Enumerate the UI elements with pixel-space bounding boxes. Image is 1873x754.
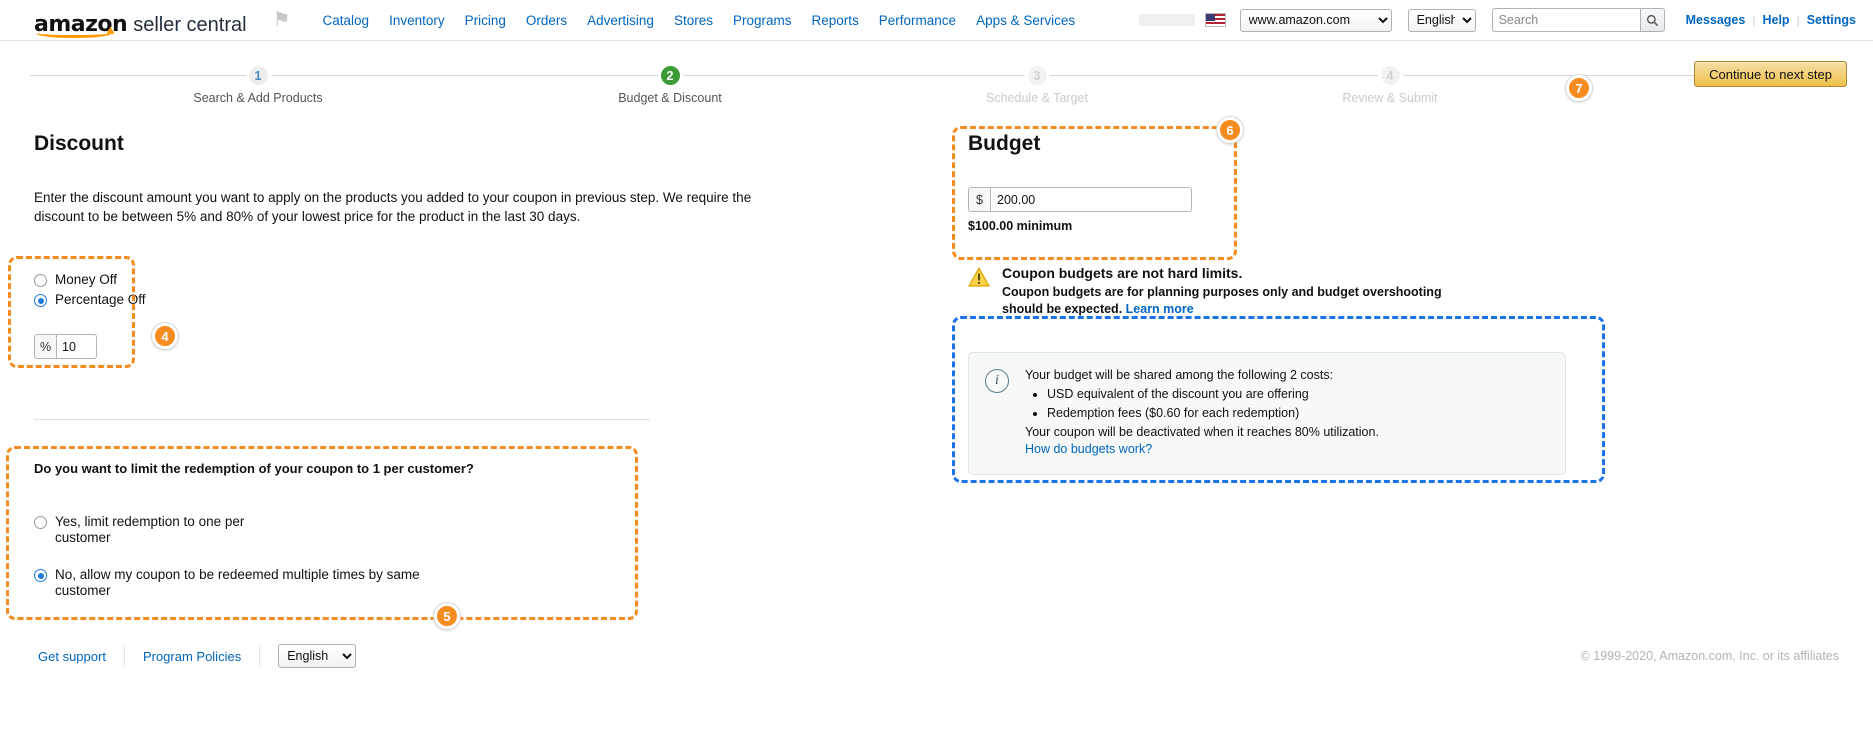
nav-link-catalog[interactable]: Catalog [313, 13, 380, 28]
radio-limit-no[interactable] [34, 569, 47, 582]
page-footer: Get support Program Policies English © 1… [0, 632, 1873, 692]
discount-heading: Discount [34, 132, 124, 155]
nav-link-inventory[interactable]: Inventory [379, 13, 455, 28]
wizard-progress-bar: 1 Search & Add Products 2 Budget & Disco… [0, 58, 1873, 110]
help-link[interactable]: Help [1755, 13, 1796, 27]
footer-language-select[interactable]: English [278, 644, 357, 668]
flag-icon[interactable]: ⚑ [273, 10, 291, 30]
primary-nav-links: Catalog Inventory Pricing Orders Adverti… [313, 13, 1086, 28]
radio-limit-yes-label: Yes, limit redemption to one per custome… [55, 514, 245, 545]
radio-money-off[interactable] [34, 274, 47, 287]
discount-type-option-money-off[interactable]: Money Off [34, 272, 164, 288]
radio-percentage-off-label: Percentage Off [55, 292, 146, 307]
nav-link-reports[interactable]: Reports [801, 13, 868, 28]
get-support-link[interactable]: Get support [38, 649, 106, 664]
nav-link-stores[interactable]: Stores [664, 13, 723, 28]
top-navigation-bar: amazon seller central ⚑ Catalog Inventor… [0, 0, 1873, 41]
discount-intro-text: Enter the discount amount you want to ap… [34, 190, 752, 224]
redemption-question-label: Do you want to limit the redemption of y… [34, 461, 474, 476]
section-divider [34, 419, 650, 420]
account-name-redacted [1138, 14, 1195, 26]
wizard-step-4[interactable]: 4 Review & Submit [1280, 58, 1500, 105]
budget-heading: Budget [968, 132, 1041, 155]
how-do-budgets-work-link[interactable]: How do budgets work? [1025, 442, 1152, 456]
us-flag-icon [1204, 13, 1226, 27]
radio-limit-no-label: No, allow my coupon to be redeemed multi… [55, 567, 420, 598]
redemption-option-no[interactable]: No, allow my coupon to be redeemed multi… [34, 567, 504, 599]
amazon-smile-icon [36, 27, 112, 38]
budget-panel: Budget $ $100.00 minimum Coupon budgets … [968, 132, 1668, 475]
continue-to-next-step-button[interactable]: Continue to next step [1694, 61, 1847, 87]
budget-minimum-note: $100.00 minimum [968, 219, 1073, 233]
learn-more-link[interactable]: Learn more [1126, 302, 1194, 316]
program-policies-link[interactable]: Program Policies [143, 649, 241, 664]
search-input[interactable] [1491, 8, 1640, 32]
dollar-sign-prefix: $ [968, 187, 990, 212]
percentage-amount-input[interactable] [56, 334, 97, 359]
copyright-text: © 1999-2020, Amazon.com, Inc. or its aff… [1580, 649, 1839, 663]
footer-divider-1 [123, 645, 125, 667]
budget-warning-text: Coupon budgets are for planning purposes… [1002, 285, 1442, 316]
nav-link-programs[interactable]: Programs [723, 13, 802, 28]
search-box [1491, 8, 1665, 32]
percentage-input-group: % [34, 334, 97, 359]
wizard-step-4-label: Review & Submit [1342, 91, 1438, 105]
budget-info-bullet-list: USD equivalent of the discount you are o… [1025, 386, 1379, 422]
nav-link-advertising[interactable]: Advertising [577, 13, 664, 28]
wizard-step-3[interactable]: 3 Schedule & Target [927, 58, 1147, 105]
language-select[interactable]: English [1407, 8, 1476, 32]
wizard-step-1[interactable]: 1 Search & Add Products [148, 58, 368, 105]
annotation-badge-4: 4 [152, 323, 178, 349]
budget-info-bullet-1: USD equivalent of the discount you are o… [1047, 386, 1379, 403]
discount-panel: Discount Enter the discount amount you w… [34, 132, 794, 226]
seller-central-wordmark: seller central [133, 14, 247, 36]
budget-warning: Coupon budgets are not hard limits. Coup… [968, 265, 1668, 318]
wizard-step-1-circle: 1 [245, 63, 271, 88]
annotation-badge-5: 5 [434, 603, 460, 629]
warning-triangle-icon [968, 267, 990, 318]
search-icon [1646, 14, 1658, 26]
nav-link-performance[interactable]: Performance [869, 13, 966, 28]
budget-warning-body: Coupon budgets are for planning purposes… [1002, 284, 1482, 318]
budget-input-group: $ [968, 187, 1192, 212]
radio-limit-yes[interactable] [34, 516, 47, 529]
budget-info-lead: Your budget will be shared among the fol… [1025, 368, 1334, 382]
settings-link[interactable]: Settings [1800, 13, 1863, 27]
info-circle-icon: i [985, 369, 1009, 393]
marketplace-select[interactable]: www.amazon.com [1239, 8, 1392, 32]
utility-links: Messages | Help | Settings [1679, 13, 1863, 27]
wizard-step-3-circle: 3 [1024, 63, 1050, 88]
nav-link-apps-and-services[interactable]: Apps & Services [966, 13, 1085, 28]
budget-info-text: Your budget will be shared among the fol… [1025, 367, 1379, 458]
percent-sign-prefix: % [34, 334, 56, 359]
budget-info-trail: Your coupon will be deactivated when it … [1025, 425, 1379, 439]
wizard-step-2-label: Budget & Discount [618, 91, 722, 105]
nav-link-orders[interactable]: Orders [516, 13, 577, 28]
nav-right-cluster: www.amazon.com English Messages | Help |… [1138, 8, 1873, 32]
footer-divider-2 [259, 645, 261, 667]
discount-type-group: Money Off Percentage Off % [34, 272, 164, 359]
budget-warning-title: Coupon budgets are not hard limits. [1002, 265, 1243, 281]
wizard-step-2[interactable]: 2 Budget & Discount [560, 58, 780, 105]
footer-links: Get support Program Policies English [38, 644, 357, 668]
radio-percentage-off[interactable] [34, 294, 47, 307]
annotation-badge-6: 6 [1217, 117, 1243, 143]
radio-money-off-label: Money Off [55, 272, 118, 287]
wizard-step-3-label: Schedule & Target [986, 91, 1088, 105]
amazon-seller-central-logo[interactable]: amazon seller central [34, 5, 247, 38]
budget-amount-input[interactable] [990, 187, 1192, 212]
budget-info-bullet-2: Redemption fees ($0.60 for each redempti… [1047, 405, 1379, 422]
wizard-step-1-label: Search & Add Products [193, 91, 323, 105]
discount-type-option-percentage-off[interactable]: Percentage Off [34, 292, 164, 308]
messages-link[interactable]: Messages [1679, 13, 1753, 27]
redemption-option-yes[interactable]: Yes, limit redemption to one per custome… [34, 514, 504, 546]
redemption-limit-group: Do you want to limit the redemption of y… [34, 461, 504, 603]
wizard-step-2-circle: 2 [657, 63, 683, 88]
wizard-step-4-circle: 4 [1377, 63, 1403, 88]
nav-link-pricing[interactable]: Pricing [455, 13, 516, 28]
budget-info-box: i Your budget will be shared among the f… [968, 352, 1566, 475]
annotation-badge-7: 7 [1566, 75, 1592, 101]
search-button[interactable] [1639, 8, 1665, 32]
